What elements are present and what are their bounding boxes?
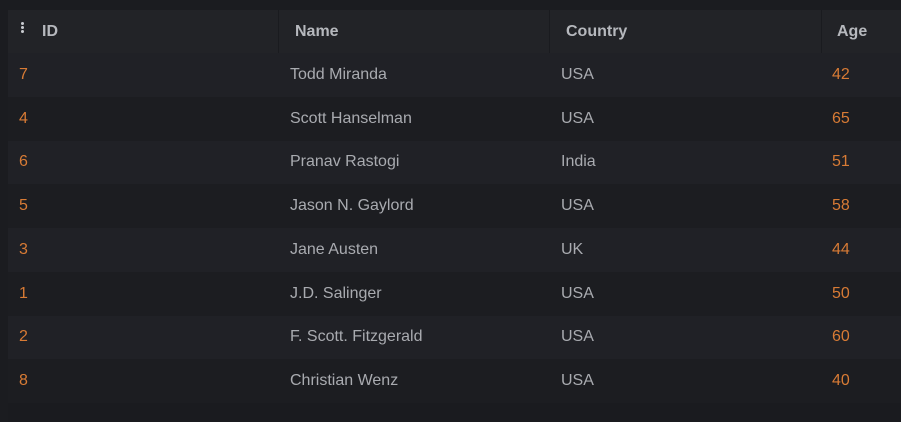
table-row[interactable]: 2 F. Scott. Fitzgerald USA 60: [8, 315, 901, 360]
cell-name[interactable]: Jason N. Gaylord: [279, 197, 550, 215]
cell-name[interactable]: Scott Hanselman: [279, 110, 550, 128]
cell-id[interactable]: 5: [8, 197, 279, 215]
data-grid: ID Name Country Age 7 Todd Miranda USA 4…: [8, 10, 901, 422]
table-row[interactable]: 8 Christian Wenz USA 40: [8, 359, 901, 403]
cell-country[interactable]: USA: [550, 197, 822, 215]
column-header-id[interactable]: ID: [8, 10, 279, 53]
vertical-dots-icon[interactable]: [20, 22, 26, 34]
column-header-country-label: Country: [566, 22, 628, 40]
cell-id[interactable]: 2: [8, 328, 279, 346]
cell-age[interactable]: 42: [822, 66, 901, 84]
table-row[interactable]: 5 Jason N. Gaylord USA 58: [8, 184, 901, 228]
cell-country[interactable]: USA: [550, 328, 822, 346]
column-header-name[interactable]: Name: [279, 10, 550, 53]
cell-name[interactable]: Todd Miranda: [279, 66, 550, 84]
table-row[interactable]: 7 Todd Miranda USA 42: [8, 53, 901, 97]
table-row[interactable]: 4 Scott Hanselman USA 65: [8, 96, 901, 141]
cell-id[interactable]: 6: [8, 153, 279, 171]
cell-age[interactable]: 50: [822, 285, 901, 303]
table-row[interactable]: 1 J.D. Salinger USA 50: [8, 271, 901, 316]
cell-name[interactable]: Pranav Rastogi: [279, 153, 550, 171]
grid-header: ID Name Country Age: [8, 10, 901, 53]
grid-body: 7 Todd Miranda USA 42 4 Scott Hanselman …: [8, 53, 901, 403]
cell-age[interactable]: 51: [822, 153, 901, 171]
cell-age[interactable]: 40: [822, 372, 901, 390]
table-row[interactable]: 3 Jane Austen UK 44: [8, 228, 901, 272]
cell-country[interactable]: USA: [550, 372, 822, 390]
cell-country[interactable]: USA: [550, 285, 822, 303]
cell-country[interactable]: UK: [550, 241, 822, 259]
cell-id[interactable]: 3: [8, 241, 279, 259]
cell-age[interactable]: 44: [822, 241, 901, 259]
column-header-age[interactable]: Age: [822, 10, 901, 53]
table-row[interactable]: 6 Pranav Rastogi India 51: [8, 140, 901, 185]
cell-country[interactable]: USA: [550, 110, 822, 128]
column-header-id-label: ID: [42, 22, 58, 40]
cell-id[interactable]: 8: [8, 372, 279, 390]
column-header-age-label: Age: [837, 22, 868, 40]
cell-age[interactable]: 58: [822, 197, 901, 215]
column-header-country[interactable]: Country: [550, 10, 822, 53]
cell-country[interactable]: India: [550, 153, 822, 171]
cell-id[interactable]: 1: [8, 285, 279, 303]
cell-name[interactable]: Christian Wenz: [279, 372, 550, 390]
cell-age[interactable]: 65: [822, 110, 901, 128]
cell-name[interactable]: Jane Austen: [279, 241, 550, 259]
cell-id[interactable]: 4: [8, 110, 279, 128]
cell-age[interactable]: 60: [822, 328, 901, 346]
cell-country[interactable]: USA: [550, 66, 822, 84]
cell-name[interactable]: J.D. Salinger: [279, 285, 550, 303]
cell-id[interactable]: 7: [8, 66, 279, 84]
cell-name[interactable]: F. Scott. Fitzgerald: [279, 328, 550, 346]
column-header-name-label: Name: [295, 22, 339, 40]
